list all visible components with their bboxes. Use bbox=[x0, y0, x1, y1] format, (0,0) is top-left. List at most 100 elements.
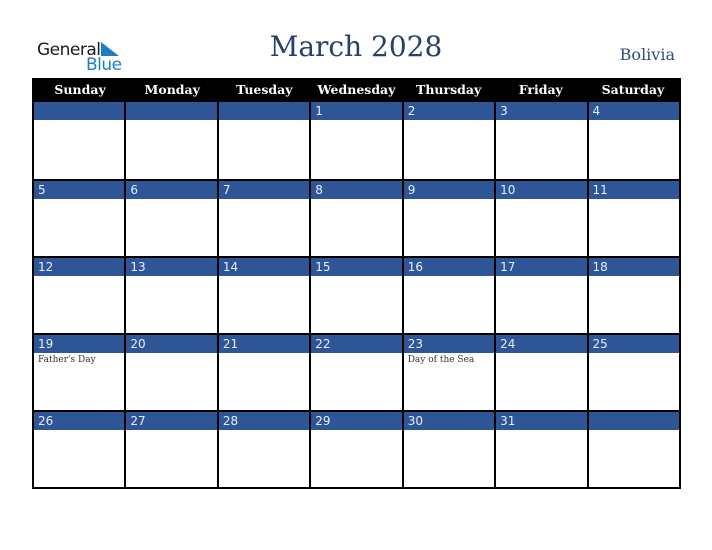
holiday-event bbox=[496, 199, 586, 201]
day-cell[interactable]: 16 bbox=[403, 256, 497, 333]
holiday-event: Day of the Sea bbox=[407, 355, 475, 365]
day-number: 20 bbox=[126, 335, 217, 353]
day-cell[interactable]: 12 bbox=[34, 256, 127, 333]
day-cell[interactable]: 30 bbox=[403, 410, 497, 487]
day-cell[interactable]: 22 bbox=[311, 333, 404, 410]
holiday-event bbox=[589, 430, 679, 432]
day-number: 25 bbox=[588, 335, 679, 353]
holiday-event bbox=[126, 276, 216, 278]
day-number: 15 bbox=[311, 258, 402, 276]
holiday-event bbox=[219, 276, 309, 278]
day-cell[interactable] bbox=[218, 102, 312, 179]
holiday-event bbox=[219, 120, 309, 122]
day-number bbox=[588, 412, 679, 430]
weekday-tuesday: Tuesday bbox=[236, 82, 293, 97]
holiday-event bbox=[311, 353, 401, 355]
day-cell[interactable]: 18 bbox=[588, 256, 679, 333]
weekday-sunday: Sunday bbox=[54, 82, 106, 97]
day-cell[interactable]: 4 bbox=[588, 102, 679, 179]
day-number: 3 bbox=[496, 102, 587, 120]
day-cell[interactable]: 25 bbox=[588, 333, 679, 410]
weekday-wednesday: Wednesday bbox=[317, 82, 396, 97]
day-number: 14 bbox=[218, 258, 310, 276]
day-cell[interactable] bbox=[34, 102, 127, 179]
day-cell[interactable]: 13 bbox=[126, 256, 219, 333]
holiday-event bbox=[496, 120, 586, 122]
holiday-event bbox=[589, 353, 679, 355]
day-cell[interactable]: 10 bbox=[496, 179, 589, 256]
holiday-event bbox=[219, 199, 309, 201]
day-cell[interactable]: 14 bbox=[218, 256, 312, 333]
holiday-event bbox=[496, 430, 586, 432]
day-cell[interactable]: 15 bbox=[311, 256, 404, 333]
weekday-header: Sunday Monday Tuesday Wednesday Thursday… bbox=[34, 78, 679, 102]
day-cell[interactable]: 6 bbox=[126, 179, 219, 256]
weekday-thursday: Thursday bbox=[416, 82, 482, 97]
day-number bbox=[34, 102, 125, 120]
week-row: 5 6 7 8 9 10 11 bbox=[34, 179, 679, 256]
day-cell[interactable]: 5 bbox=[34, 179, 127, 256]
day-number bbox=[218, 102, 310, 120]
day-number: 10 bbox=[496, 181, 587, 199]
day-cell[interactable]: 1 bbox=[311, 102, 404, 179]
weekday-monday: Monday bbox=[144, 82, 200, 97]
holiday-event bbox=[311, 276, 401, 278]
day-cell[interactable]: 9 bbox=[403, 179, 497, 256]
day-number: 8 bbox=[311, 181, 402, 199]
holiday-event bbox=[34, 276, 124, 278]
day-cell[interactable]: 29 bbox=[311, 410, 404, 487]
holiday-event bbox=[311, 199, 401, 201]
weekday-friday: Friday bbox=[518, 82, 563, 97]
day-cell[interactable]: 26 bbox=[34, 410, 127, 487]
holiday-event bbox=[404, 120, 494, 122]
day-number: 2 bbox=[403, 102, 495, 120]
day-cell[interactable]: 27 bbox=[126, 410, 219, 487]
holiday-event bbox=[404, 430, 494, 432]
day-cell[interactable]: 31 bbox=[496, 410, 589, 487]
holiday-event bbox=[589, 120, 679, 122]
day-number: 21 bbox=[218, 335, 310, 353]
day-cell[interactable]: 23 Day of the Sea bbox=[403, 333, 497, 410]
day-cell[interactable]: 19 Father's Day bbox=[34, 333, 127, 410]
day-cell[interactable]: 28 bbox=[218, 410, 312, 487]
holiday-event bbox=[34, 430, 124, 432]
day-number bbox=[126, 102, 217, 120]
day-cell[interactable]: 7 bbox=[218, 179, 312, 256]
day-cell[interactable]: 11 bbox=[588, 179, 679, 256]
day-number: 29 bbox=[311, 412, 402, 430]
day-number: 11 bbox=[588, 181, 679, 199]
day-cell[interactable] bbox=[126, 102, 219, 179]
country-label: Bolivia bbox=[619, 45, 675, 64]
day-number: 18 bbox=[588, 258, 679, 276]
holiday-event bbox=[34, 120, 124, 122]
calendar-title: March 2028 bbox=[269, 30, 443, 63]
holiday-event bbox=[589, 199, 679, 201]
day-cell[interactable]: 24 bbox=[496, 333, 589, 410]
day-number: 27 bbox=[126, 412, 217, 430]
holiday-event bbox=[126, 353, 216, 355]
holiday-event bbox=[496, 353, 586, 355]
day-number: 9 bbox=[403, 181, 495, 199]
day-cell[interactable]: 8 bbox=[311, 179, 404, 256]
day-number: 30 bbox=[403, 412, 495, 430]
day-cell[interactable] bbox=[588, 410, 679, 487]
day-number: 31 bbox=[496, 412, 587, 430]
day-number: 5 bbox=[34, 181, 125, 199]
day-number: 23 bbox=[403, 335, 495, 353]
holiday-event bbox=[496, 276, 586, 278]
day-number: 6 bbox=[126, 181, 217, 199]
weekday-saturday: Saturday bbox=[601, 82, 665, 97]
day-number: 7 bbox=[218, 181, 310, 199]
day-cell[interactable]: 21 bbox=[218, 333, 312, 410]
day-number: 28 bbox=[218, 412, 310, 430]
day-cell[interactable]: 3 bbox=[496, 102, 589, 179]
holiday-event bbox=[404, 276, 494, 278]
week-row: 26 27 28 29 30 31 bbox=[34, 410, 679, 487]
day-cell[interactable]: 20 bbox=[126, 333, 219, 410]
holiday-event bbox=[219, 353, 309, 355]
holiday-event bbox=[126, 199, 216, 201]
holiday-event bbox=[34, 199, 124, 201]
day-cell[interactable]: 2 bbox=[403, 102, 497, 179]
day-number: 12 bbox=[34, 258, 125, 276]
day-cell[interactable]: 17 bbox=[496, 256, 589, 333]
